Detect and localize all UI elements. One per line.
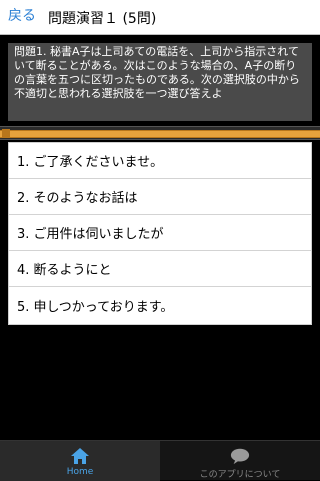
- app-header: 戻る 問題演習１ (5問): [0, 0, 320, 34]
- tab-about[interactable]: このアプリについて: [160, 441, 320, 481]
- tab-home[interactable]: Home: [0, 441, 160, 481]
- tab-about-label: このアプリについて: [199, 470, 281, 480]
- home-icon: [71, 448, 89, 464]
- speech-bubble-icon: [230, 448, 250, 465]
- header-divider: [0, 34, 320, 35]
- option-1[interactable]: 1. ご了承くださいませ。: [9, 143, 311, 179]
- progress-bar: [0, 126, 320, 140]
- question-text: 問題1. 秘書A子は上司あての電話を、上司から指示されていて断ることがある。次は…: [8, 43, 312, 121]
- option-5[interactable]: 5. 申しつかっております。: [9, 287, 311, 324]
- progress-knob: [2, 129, 10, 137]
- option-2[interactable]: 2. そのようなお話は: [9, 179, 311, 215]
- option-4[interactable]: 4. 断るようにと: [9, 251, 311, 287]
- page-title: 問題演習１ (5問): [48, 11, 157, 27]
- back-button[interactable]: 戻る: [8, 5, 36, 25]
- option-3[interactable]: 3. ご用件は伺いましたが: [9, 215, 311, 251]
- tab-home-label: Home: [66, 467, 94, 477]
- bottom-nav: Home このアプリについて: [0, 440, 320, 481]
- progress-fill: [0, 130, 320, 138]
- answer-options: 1. ご了承くださいませ。 2. そのようなお話は 3. ご用件は伺いましたが …: [8, 142, 312, 325]
